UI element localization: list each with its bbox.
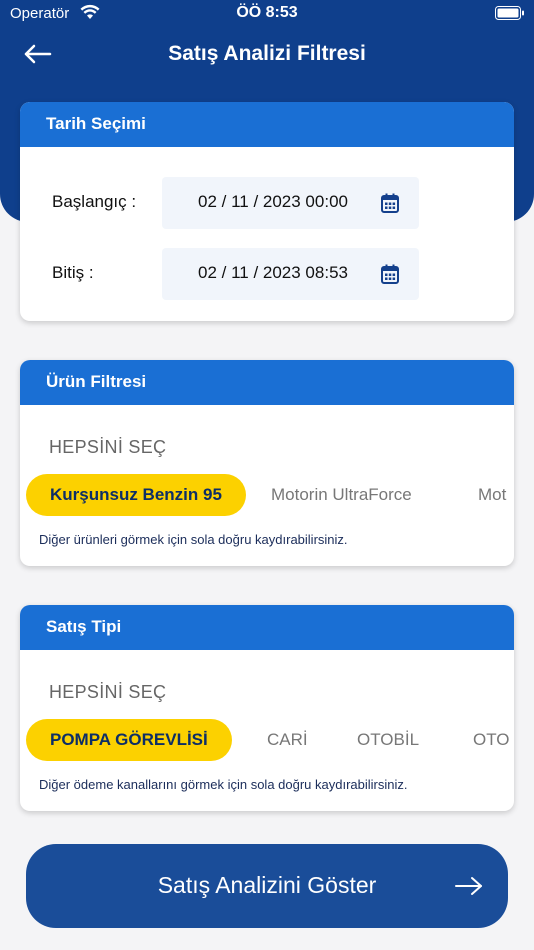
- product-scroll-hint: Diğer ürünleri görmek için sola doğru ka…: [39, 532, 348, 547]
- show-analysis-label: Satış Analizini Göster: [157, 872, 377, 898]
- arrow-right-icon: [455, 877, 482, 895]
- product-chip[interactable]: Kurşunsuz Benzin 95: [26, 474, 246, 516]
- start-date-field[interactable]: 02 / 11 / 2023 00:00: [162, 177, 419, 229]
- end-date-field[interactable]: 02 / 11 / 2023 08:53: [162, 248, 419, 300]
- product-chip[interactable]: Motorin UltraForce: [271, 474, 412, 516]
- end-date-row: Bitiş : 02 / 11 / 2023 08:53: [20, 248, 514, 300]
- sales-type-card: Satış Tipi HEPSİNİ SEÇ POMPA GÖREVLİSİ C…: [20, 605, 514, 811]
- product-chip[interactable]: Mot: [478, 474, 506, 516]
- sales-type-chip[interactable]: OTOBİL: [357, 719, 419, 761]
- battery-icon: [495, 6, 524, 20]
- screen: Operatör ÖÖ 8:53 Satış Analizi Filtresi …: [0, 0, 534, 950]
- sales-type-chip[interactable]: CARİ: [267, 719, 308, 761]
- product-card-title: Ürün Filtresi: [20, 360, 514, 405]
- status-bar: Operatör ÖÖ 8:53: [0, 0, 534, 28]
- product-chip-scroller[interactable]: Kurşunsuz Benzin 95 Motorin UltraForce M…: [26, 474, 510, 516]
- calendar-icon[interactable]: [381, 264, 399, 284]
- start-date-value: 02 / 11 / 2023 00:00: [198, 192, 348, 211]
- page-title: Satış Analizi Filtresi: [168, 42, 366, 65]
- end-date-value: 02 / 11 / 2023 08:53: [198, 263, 348, 282]
- date-card-title: Tarih Seçimi: [20, 102, 514, 147]
- show-analysis-button[interactable]: Satış Analizini Göster: [26, 844, 508, 928]
- sales-chip-scroller[interactable]: POMPA GÖREVLİSİ CARİ OTOBİL OTO: [26, 719, 510, 761]
- start-date-label: Başlangıç :: [52, 192, 137, 211]
- nav-bar: Satış Analizi Filtresi: [0, 28, 534, 80]
- sales-scroll-hint: Diğer ödeme kanallarını görmek için sola…: [39, 777, 408, 792]
- product-filter-card: Ürün Filtresi HEPSİNİ SEÇ Kurşunsuz Benz…: [20, 360, 514, 566]
- select-all-products[interactable]: HEPSİNİ SEÇ: [49, 437, 166, 458]
- sales-type-chip[interactable]: OTO: [473, 719, 510, 761]
- status-time: ÖÖ 8:53: [236, 4, 298, 21]
- select-all-sales-types[interactable]: HEPSİNİ SEÇ: [49, 682, 166, 703]
- sales-card-title: Satış Tipi: [20, 605, 514, 650]
- end-date-label: Bitiş :: [52, 263, 94, 282]
- date-selection-card: Tarih Seçimi Başlangıç : 02 / 11 / 2023 …: [20, 102, 514, 321]
- calendar-icon[interactable]: [381, 193, 399, 213]
- sales-type-chip[interactable]: POMPA GÖREVLİSİ: [26, 719, 232, 761]
- start-date-row: Başlangıç : 02 / 11 / 2023 00:00: [20, 177, 514, 229]
